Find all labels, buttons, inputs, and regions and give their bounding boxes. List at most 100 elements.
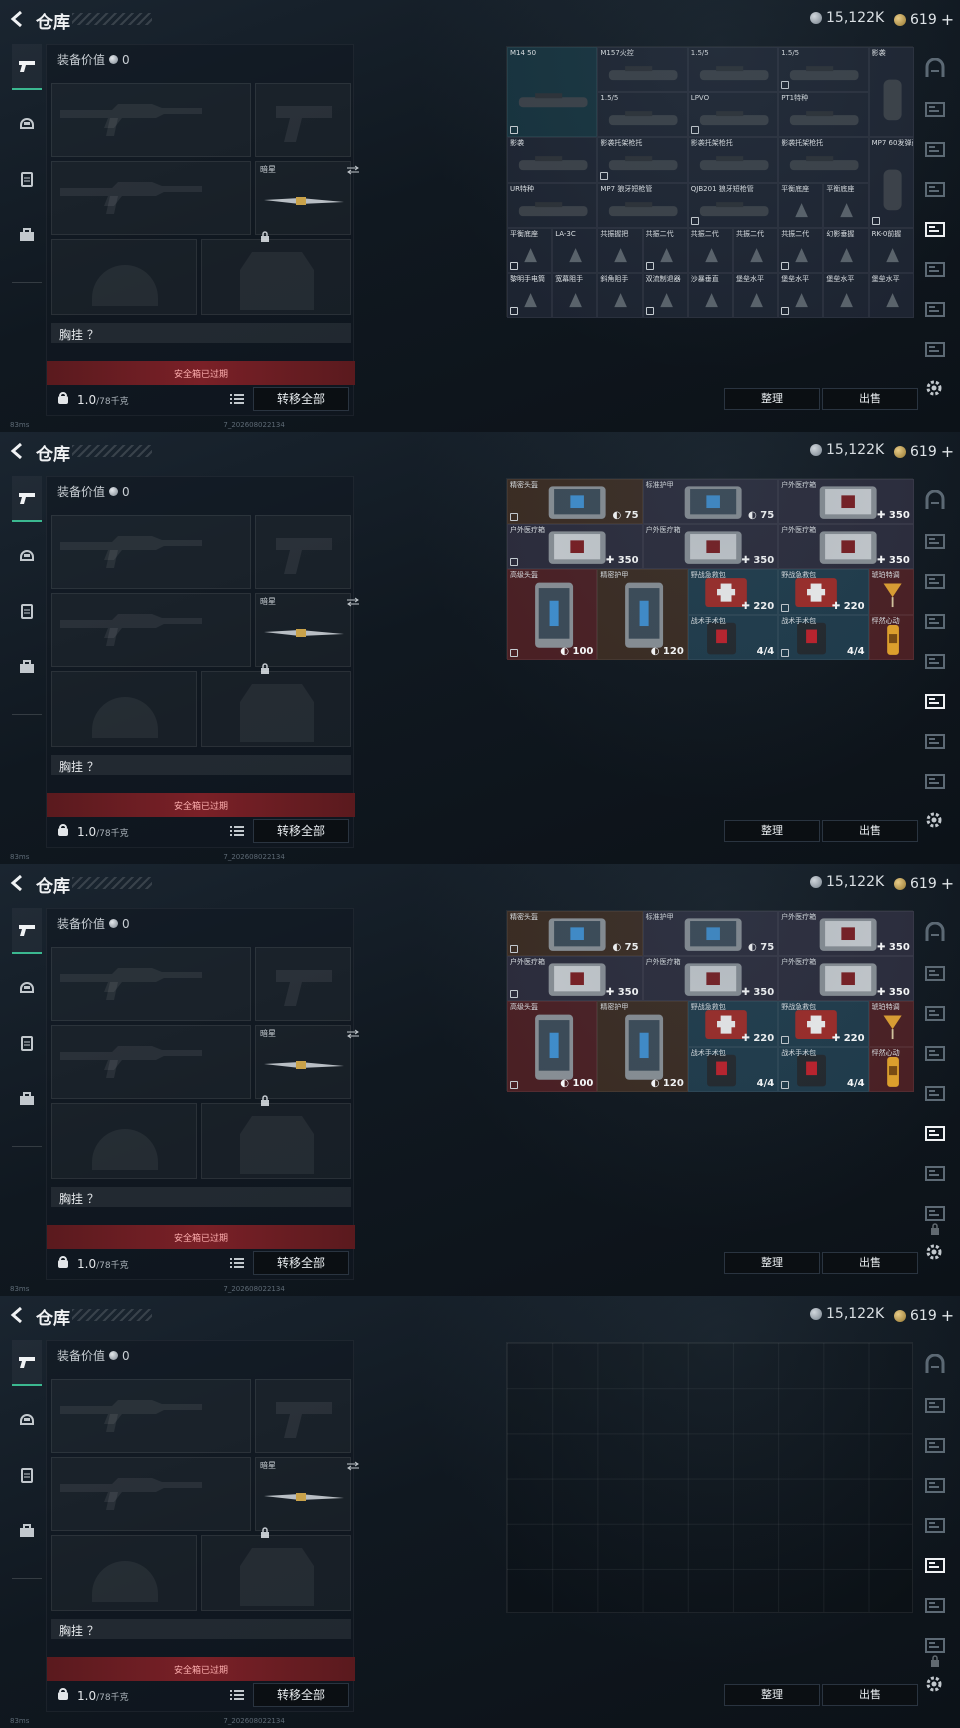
transfer-all-button[interactable]: 转移全部	[253, 1683, 349, 1707]
storage-tab-7-icon[interactable]	[924, 298, 946, 320]
storage-tab-3-icon[interactable]	[924, 1434, 946, 1456]
sell-button[interactable]: 出售	[822, 1252, 918, 1274]
settings-gear-icon[interactable]	[924, 1242, 944, 1262]
inventory-item[interactable]: 双流制退器	[642, 273, 688, 319]
armor-slot[interactable]	[201, 1103, 351, 1179]
sell-button[interactable]: 出售	[822, 1684, 918, 1706]
storage-tab-4-icon[interactable]	[924, 610, 946, 632]
inventory-item[interactable]: QJB201 狼牙短枪管	[687, 182, 779, 228]
inventory-item[interactable]: 共振二代	[687, 227, 733, 273]
storage-tab-2-icon[interactable]	[924, 98, 946, 120]
inventory-item[interactable]: 共振二代	[733, 227, 779, 273]
inventory-item[interactable]: LA-3C	[552, 227, 598, 273]
sort-button[interactable]: 整理	[724, 820, 820, 842]
storage-tab-1-icon[interactable]	[924, 1353, 946, 1376]
chest-rig-slot[interactable]: 胸挂 ？	[51, 323, 351, 343]
back-arrow-icon[interactable]	[8, 1305, 28, 1325]
storage-tab-5-icon[interactable]	[924, 650, 946, 672]
inventory-item[interactable]: 琥珀特调	[868, 569, 914, 615]
list-view-button[interactable]	[227, 389, 247, 409]
gold-balance[interactable]: 619 +	[894, 1306, 954, 1325]
chest-rig-slot[interactable]: 胸挂 ？	[51, 755, 351, 775]
storage-tab-4-icon[interactable]	[924, 1474, 946, 1496]
melee-slot[interactable]: 暗星	[255, 1025, 359, 1106]
inventory-item[interactable]: 1.5/5	[597, 92, 688, 138]
gold-balance[interactable]: 619 +	[894, 874, 954, 893]
storage-grid[interactable]	[506, 1342, 913, 1614]
gold-balance[interactable]: 619 +	[894, 10, 954, 29]
inventory-item[interactable]: 怦然心动	[868, 614, 914, 660]
secondary-weapon-slot[interactable]	[51, 1457, 251, 1531]
storage-tab-3-icon[interactable]	[924, 1002, 946, 1024]
inventory-item[interactable]: 1.5/5	[778, 47, 869, 93]
melee-slot[interactable]: 暗星	[255, 593, 359, 674]
storage-tab-6-icon[interactable]	[924, 1554, 946, 1576]
inventory-item[interactable]: M14 50	[507, 47, 598, 138]
inventory-item[interactable]: 幻影垂握	[823, 227, 869, 273]
armor-slot[interactable]	[201, 1535, 351, 1611]
chest-rig-slot[interactable]: 胸挂 ？	[51, 1187, 351, 1207]
helmet-slot[interactable]	[51, 1103, 197, 1179]
sort-button[interactable]: 整理	[724, 388, 820, 410]
storage-tab-7-icon[interactable]	[924, 1594, 946, 1616]
inventory-item[interactable]: 堡垒水平	[823, 273, 869, 319]
inventory-item[interactable]: 影袭	[507, 137, 598, 183]
inventory-item[interactable]: 战术手术包 4/4	[687, 1046, 779, 1092]
inventory-item[interactable]: PT1特种	[778, 92, 869, 138]
inventory-item[interactable]: 高级头盔 ◐ 100	[507, 569, 598, 660]
inventory-item[interactable]: MP7 狼牙短枪管	[597, 182, 688, 228]
secondary-weapon-slot[interactable]	[51, 593, 251, 667]
storage-tab-3-icon[interactable]	[924, 138, 946, 160]
storage-tab-6-icon[interactable]	[924, 1122, 946, 1144]
tab-vest[interactable]	[12, 1020, 42, 1066]
tab-weapons[interactable]	[12, 1340, 42, 1386]
inventory-item[interactable]: M157火控	[597, 47, 688, 93]
inventory-item[interactable]: 战术手术包 4/4	[778, 1046, 869, 1092]
tab-armor[interactable]	[12, 1396, 42, 1442]
helmet-slot[interactable]	[51, 671, 197, 747]
primary-weapon-slot[interactable]	[51, 947, 251, 1021]
inventory-item[interactable]: 平衡底座	[507, 227, 553, 273]
gold-balance[interactable]: 619 +	[894, 442, 954, 461]
inventory-item[interactable]: 影袭托架枪托	[687, 137, 779, 183]
settings-gear-icon[interactable]	[924, 1674, 944, 1694]
inventory-item[interactable]: 平衡底座	[778, 182, 824, 228]
inventory-item[interactable]: 共振二代	[778, 227, 824, 273]
tab-vest[interactable]	[12, 156, 42, 202]
add-gold-icon[interactable]: +	[941, 442, 954, 461]
tab-backpack[interactable]	[12, 1508, 42, 1554]
transfer-all-button[interactable]: 转移全部	[253, 819, 349, 843]
add-gold-icon[interactable]: +	[941, 10, 954, 29]
inventory-item[interactable]: 野战急救包 ✚ 220	[687, 569, 779, 615]
inventory-item[interactable]: 精密头盔 ◐ 75	[507, 479, 643, 525]
inventory-item[interactable]: 平衡底座	[823, 182, 869, 228]
inventory-item[interactable]: 1.5/5	[687, 47, 779, 93]
primary-weapon-slot[interactable]	[51, 1379, 251, 1453]
sell-button[interactable]: 出售	[822, 820, 918, 842]
secondary-weapon-slot[interactable]	[51, 1025, 251, 1099]
tab-backpack[interactable]	[12, 1076, 42, 1122]
storage-grid[interactable]: M14 50 M157火控 1.5/5 1.5/5 影袭 1.5/5 LPVO PT1特种 影袭…	[506, 46, 914, 319]
storage-tab-4-icon[interactable]	[924, 178, 946, 200]
storage-tab-7-icon[interactable]	[924, 730, 946, 752]
inventory-item[interactable]: 影袭	[868, 47, 914, 138]
storage-tab-3-icon[interactable]	[924, 570, 946, 592]
tab-weapons[interactable]	[12, 476, 42, 522]
list-view-button[interactable]	[227, 1685, 247, 1705]
inventory-item[interactable]: 共振握把	[597, 227, 643, 273]
transfer-all-button[interactable]: 转移全部	[253, 387, 349, 411]
storage-grid[interactable]: 精密头盔 ◐ 75 标准护甲 ◐ 75 户外医疗箱 ✚ 350 户外医疗箱 ✚ 350 户外医疗…	[506, 910, 914, 1092]
secondary-weapon-slot[interactable]	[51, 161, 251, 235]
storage-grid[interactable]: 精密头盔 ◐ 75 标准护甲 ◐ 75 户外医疗箱 ✚ 350 户外医疗箱 ✚ 350 户外医疗…	[506, 478, 914, 660]
settings-gear-icon[interactable]	[924, 378, 944, 398]
safebox-expired-banner[interactable]: 安全箱已过期	[47, 1657, 355, 1681]
armor-slot[interactable]	[201, 239, 351, 315]
storage-tab-1-icon[interactable]	[924, 57, 946, 80]
pistol-slot[interactable]	[255, 1379, 351, 1453]
inventory-item[interactable]: 标准护甲 ◐ 75	[642, 911, 779, 957]
inventory-item[interactable]: LPVO	[687, 92, 779, 138]
storage-tab-5-icon[interactable]	[924, 1514, 946, 1536]
helmet-slot[interactable]	[51, 239, 197, 315]
inventory-item[interactable]: 高级头盔 ◐ 100	[507, 1001, 598, 1092]
inventory-item[interactable]: 户外医疗箱 ✚ 350	[778, 911, 914, 957]
